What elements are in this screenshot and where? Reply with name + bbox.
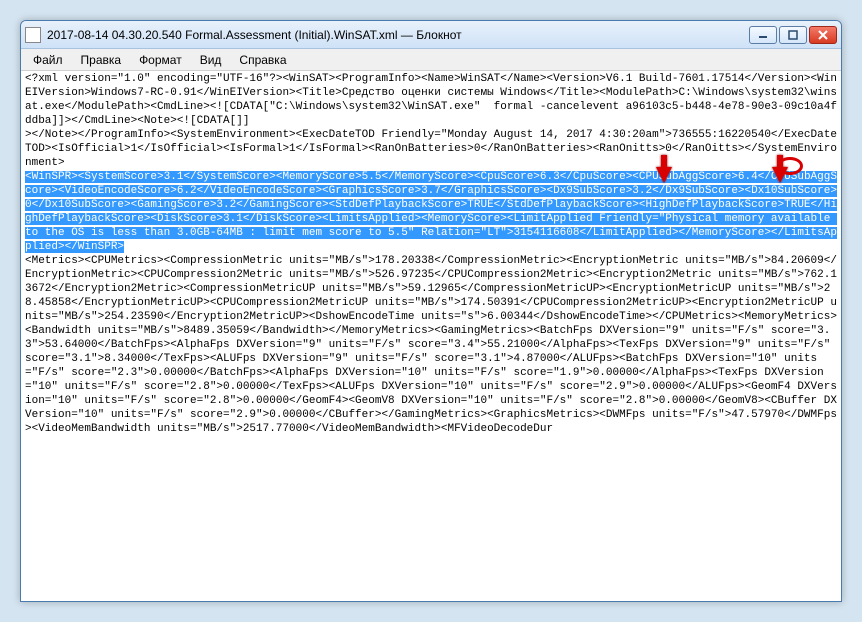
xml-text: <Metrics><CPUMetrics><CompressionMetric … [25, 254, 837, 436]
maximize-button[interactable] [779, 26, 807, 44]
titlebar[interactable]: 2017-08-14 04.30.20.540 Formal.Assessmen… [21, 21, 841, 49]
menu-format[interactable]: Формат [131, 51, 190, 69]
xml-text: ></Note></ProgramInfo><SystemEnvironment… [25, 128, 837, 170]
menu-help[interactable]: Справка [231, 51, 294, 69]
menu-edit[interactable]: Правка [73, 51, 130, 69]
menu-file[interactable]: Файл [25, 51, 71, 69]
window-controls [749, 26, 837, 44]
selection-winspr-start: <WinSPR><SystemScore> [25, 171, 164, 183]
close-icon [818, 30, 828, 40]
notepad-window: 2017-08-14 04.30.20.540 Formal.Assessmen… [20, 20, 842, 602]
text-content[interactable]: <?xml version="1.0" encoding="UTF-16"?><… [21, 71, 841, 601]
menubar: Файл Правка Формат Вид Справка [21, 49, 841, 71]
maximize-icon [788, 30, 798, 40]
menu-view[interactable]: Вид [192, 51, 230, 69]
close-button[interactable] [809, 26, 837, 44]
minimize-button[interactable] [749, 26, 777, 44]
minimize-icon [758, 30, 768, 40]
notepad-icon [25, 27, 41, 43]
selection-winspr-rest: </SystemScore><MemoryScore>5.5</MemorySc… [25, 171, 837, 253]
selection-systemscore-value: 3.1 [164, 171, 184, 183]
window-title: 2017-08-14 04.30.20.540 Formal.Assessmen… [47, 28, 749, 42]
xml-text: <?xml version="1.0" encoding="UTF-16"?><… [25, 72, 837, 128]
